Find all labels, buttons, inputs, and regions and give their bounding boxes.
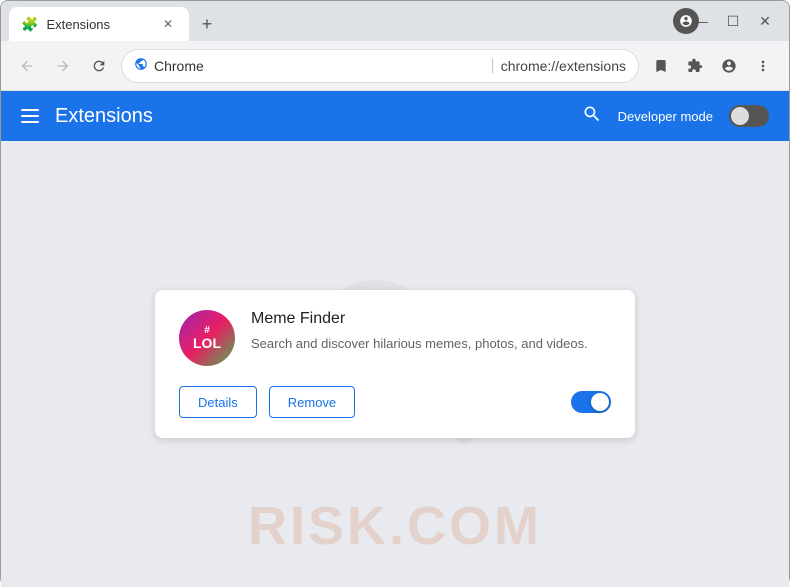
toggle-knob xyxy=(731,107,749,125)
site-icon xyxy=(134,57,148,74)
extension-info: Meme Finder Search and discover hilariou… xyxy=(251,310,611,354)
extension-enable-toggle[interactable] xyxy=(571,391,611,413)
extension-description: Search and discover hilarious memes, pho… xyxy=(251,334,611,354)
profile-button[interactable] xyxy=(715,52,743,80)
toolbar-icons xyxy=(647,52,777,80)
reload-button[interactable] xyxy=(85,52,113,80)
extension-logo: # LOL xyxy=(179,310,235,366)
extensions-button[interactable] xyxy=(681,52,709,80)
close-button[interactable]: ✕ xyxy=(753,9,777,33)
site-name: Chrome xyxy=(154,58,485,74)
url-separator: | xyxy=(491,57,495,75)
tab-bar: 🧩 Extensions ✕ + xyxy=(9,1,221,41)
extension-card-header: # LOL Meme Finder Search and discover hi… xyxy=(179,310,611,366)
forward-button[interactable] xyxy=(49,52,77,80)
tab-title: Extensions xyxy=(46,17,151,32)
window-controls: — ☐ ✕ xyxy=(689,9,777,33)
developer-mode-label: Developer mode xyxy=(618,109,713,124)
logo-lol: LOL xyxy=(193,336,221,350)
address-bar: Chrome | chrome://extensions xyxy=(1,41,789,91)
main-content: RISK.COM # LOL Meme Finder Search and di… xyxy=(1,141,789,587)
watermark-text: RISK.COM xyxy=(248,495,542,557)
maximize-button[interactable]: ☐ xyxy=(721,9,745,33)
url-bar[interactable]: Chrome | chrome://extensions xyxy=(121,49,639,83)
developer-mode-toggle[interactable] xyxy=(729,105,769,127)
bookmark-button[interactable] xyxy=(647,52,675,80)
tab-icon: 🧩 xyxy=(21,16,38,33)
tab-close-button[interactable]: ✕ xyxy=(159,15,177,33)
menu-button[interactable] xyxy=(21,109,39,123)
extensions-header: Extensions Developer mode xyxy=(1,91,789,141)
remove-button[interactable]: Remove xyxy=(269,386,355,418)
extension-name: Meme Finder xyxy=(251,310,611,328)
url-path: chrome://extensions xyxy=(501,58,626,74)
minimize-button[interactable]: — xyxy=(689,9,713,33)
back-button[interactable] xyxy=(13,52,41,80)
extension-card-footer: Details Remove xyxy=(179,386,611,418)
page-title: Extensions xyxy=(55,105,566,128)
extension-logo-inner: # LOL xyxy=(193,326,221,350)
title-bar: 🧩 Extensions ✕ + — ☐ ✕ xyxy=(1,1,789,41)
details-button[interactable]: Details xyxy=(179,386,257,418)
search-icon[interactable] xyxy=(582,104,602,129)
more-button[interactable] xyxy=(749,52,777,80)
new-tab-button[interactable]: + xyxy=(193,10,221,38)
active-tab[interactable]: 🧩 Extensions ✕ xyxy=(9,7,189,41)
extension-card: # LOL Meme Finder Search and discover hi… xyxy=(155,290,635,438)
toggle-on-knob xyxy=(591,393,609,411)
